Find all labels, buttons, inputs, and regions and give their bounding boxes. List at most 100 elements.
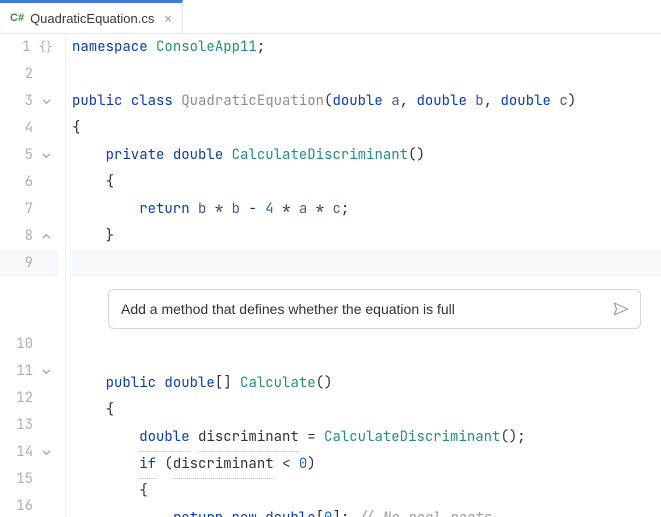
punct: ; [341, 196, 349, 223]
op: = [307, 424, 315, 451]
brace: { [106, 169, 114, 196]
line-number: 1 [11, 34, 31, 61]
csharp-badge-icon: C# [10, 12, 24, 24]
line-number: 2 [13, 61, 33, 88]
chevron-down-icon[interactable] [39, 149, 53, 163]
op: * [215, 196, 223, 223]
gutter: 1{} 2 3 4 5 6 7 8 9 10 11 12 13 14 15 16… [0, 34, 66, 517]
keyword: public [106, 370, 156, 397]
type: double [164, 370, 214, 397]
close-icon[interactable]: × [164, 11, 172, 26]
var: a [299, 196, 307, 223]
brace: } [106, 223, 114, 250]
code-line[interactable] [72, 61, 661, 88]
param: b [475, 88, 483, 115]
op: - [248, 196, 256, 223]
keyword: public [72, 88, 122, 115]
code-line[interactable]: { [72, 478, 661, 505]
code-line[interactable]: return b * b - 4 * a * c; [72, 196, 661, 223]
editor: 1{} 2 3 4 5 6 7 8 9 10 11 12 13 14 15 16… [0, 34, 661, 517]
line-number: 15 [13, 466, 33, 493]
ai-prompt-input[interactable] [121, 301, 612, 317]
punct: [] [215, 370, 232, 397]
ai-prompt-box [108, 289, 641, 329]
code-line[interactable]: { [72, 169, 661, 196]
op: < [282, 451, 290, 478]
method-name: CalculateDiscriminant [232, 142, 408, 169]
type: double [501, 88, 551, 115]
code-line[interactable]: double discriminant = CalculateDiscrimin… [72, 424, 661, 451]
punct: () [316, 370, 333, 397]
var: c [333, 196, 341, 223]
type: double [265, 505, 315, 517]
method-name: Calculate [240, 370, 316, 397]
code-line[interactable]: { [72, 115, 661, 142]
op: * [282, 196, 290, 223]
chevron-down-icon[interactable] [39, 95, 53, 109]
param: c [559, 88, 567, 115]
punct: () [500, 424, 517, 451]
keyword: private [106, 142, 165, 169]
punct: () [408, 142, 425, 169]
method-call: CalculateDiscriminant [324, 424, 500, 451]
line-number: 16 [13, 493, 33, 517]
code-line[interactable]: private double CalculateDiscriminant() [72, 142, 661, 169]
code-line[interactable] [72, 343, 661, 370]
number: 0 [299, 451, 307, 478]
keyword: namespace [72, 34, 148, 61]
send-icon[interactable] [612, 300, 630, 318]
var: b [232, 196, 240, 223]
keyword: return [173, 505, 223, 517]
line-number: 11 [13, 358, 33, 385]
chevron-down-icon[interactable] [39, 446, 53, 460]
line-number: 4 [13, 115, 33, 142]
comment: // No real roots [358, 505, 492, 517]
local-var: discriminant [198, 424, 299, 452]
keyword: return [139, 196, 189, 223]
line-number: 10 [13, 331, 33, 358]
type: double [416, 88, 466, 115]
namespace-name: ConsoleApp11 [156, 34, 257, 61]
punct: ; [341, 505, 349, 517]
var: b [198, 196, 206, 223]
punct: ) [307, 451, 315, 478]
local-var: discriminant [173, 451, 274, 479]
chevron-down-icon[interactable] [39, 365, 53, 379]
type: double [173, 142, 223, 169]
type: double [139, 424, 189, 452]
line-number: 13 [13, 412, 33, 439]
brace: { [72, 115, 80, 142]
code-line[interactable]: } [72, 223, 661, 250]
class-name: QuadraticEquation [181, 88, 324, 115]
punct: [ [316, 505, 324, 517]
code-line[interactable]: { [72, 397, 661, 424]
code-line[interactable]: public class QuadraticEquation(double a,… [72, 88, 661, 115]
keyword: if [139, 451, 156, 479]
tab-bar: C# QuadraticEquation.cs × [0, 0, 661, 34]
type: double [332, 88, 382, 115]
chevron-up-icon[interactable] [39, 230, 53, 244]
keyword: class [131, 88, 173, 115]
line-number: 12 [13, 385, 33, 412]
code-line[interactable]: namespace ConsoleApp11; [72, 34, 661, 61]
line-number: 9 [13, 250, 33, 277]
op: * [316, 196, 324, 223]
punct: ) [568, 88, 576, 115]
punct: ; [257, 34, 265, 61]
brace: { [106, 397, 114, 424]
braces-icon: {} [37, 34, 53, 61]
punct: ; [517, 424, 525, 451]
punct: ] [332, 505, 340, 517]
number: 0 [324, 505, 332, 517]
code-line[interactable]: if (discriminant < 0) [72, 451, 661, 478]
line-number: 7 [13, 196, 33, 223]
code-line[interactable]: public double[] Calculate() [72, 370, 661, 397]
code-line-active[interactable] [72, 250, 661, 277]
tab-quadraticequation[interactable]: C# QuadraticEquation.cs × [0, 0, 183, 33]
code-area[interactable]: namespace ConsoleApp11; public class Qua… [66, 34, 661, 517]
punct: , [400, 88, 408, 115]
line-number: 3 [13, 88, 33, 115]
param: a [391, 88, 399, 115]
code-line[interactable]: return new double[0]; // No real roots [72, 505, 661, 517]
number: 4 [265, 196, 273, 223]
